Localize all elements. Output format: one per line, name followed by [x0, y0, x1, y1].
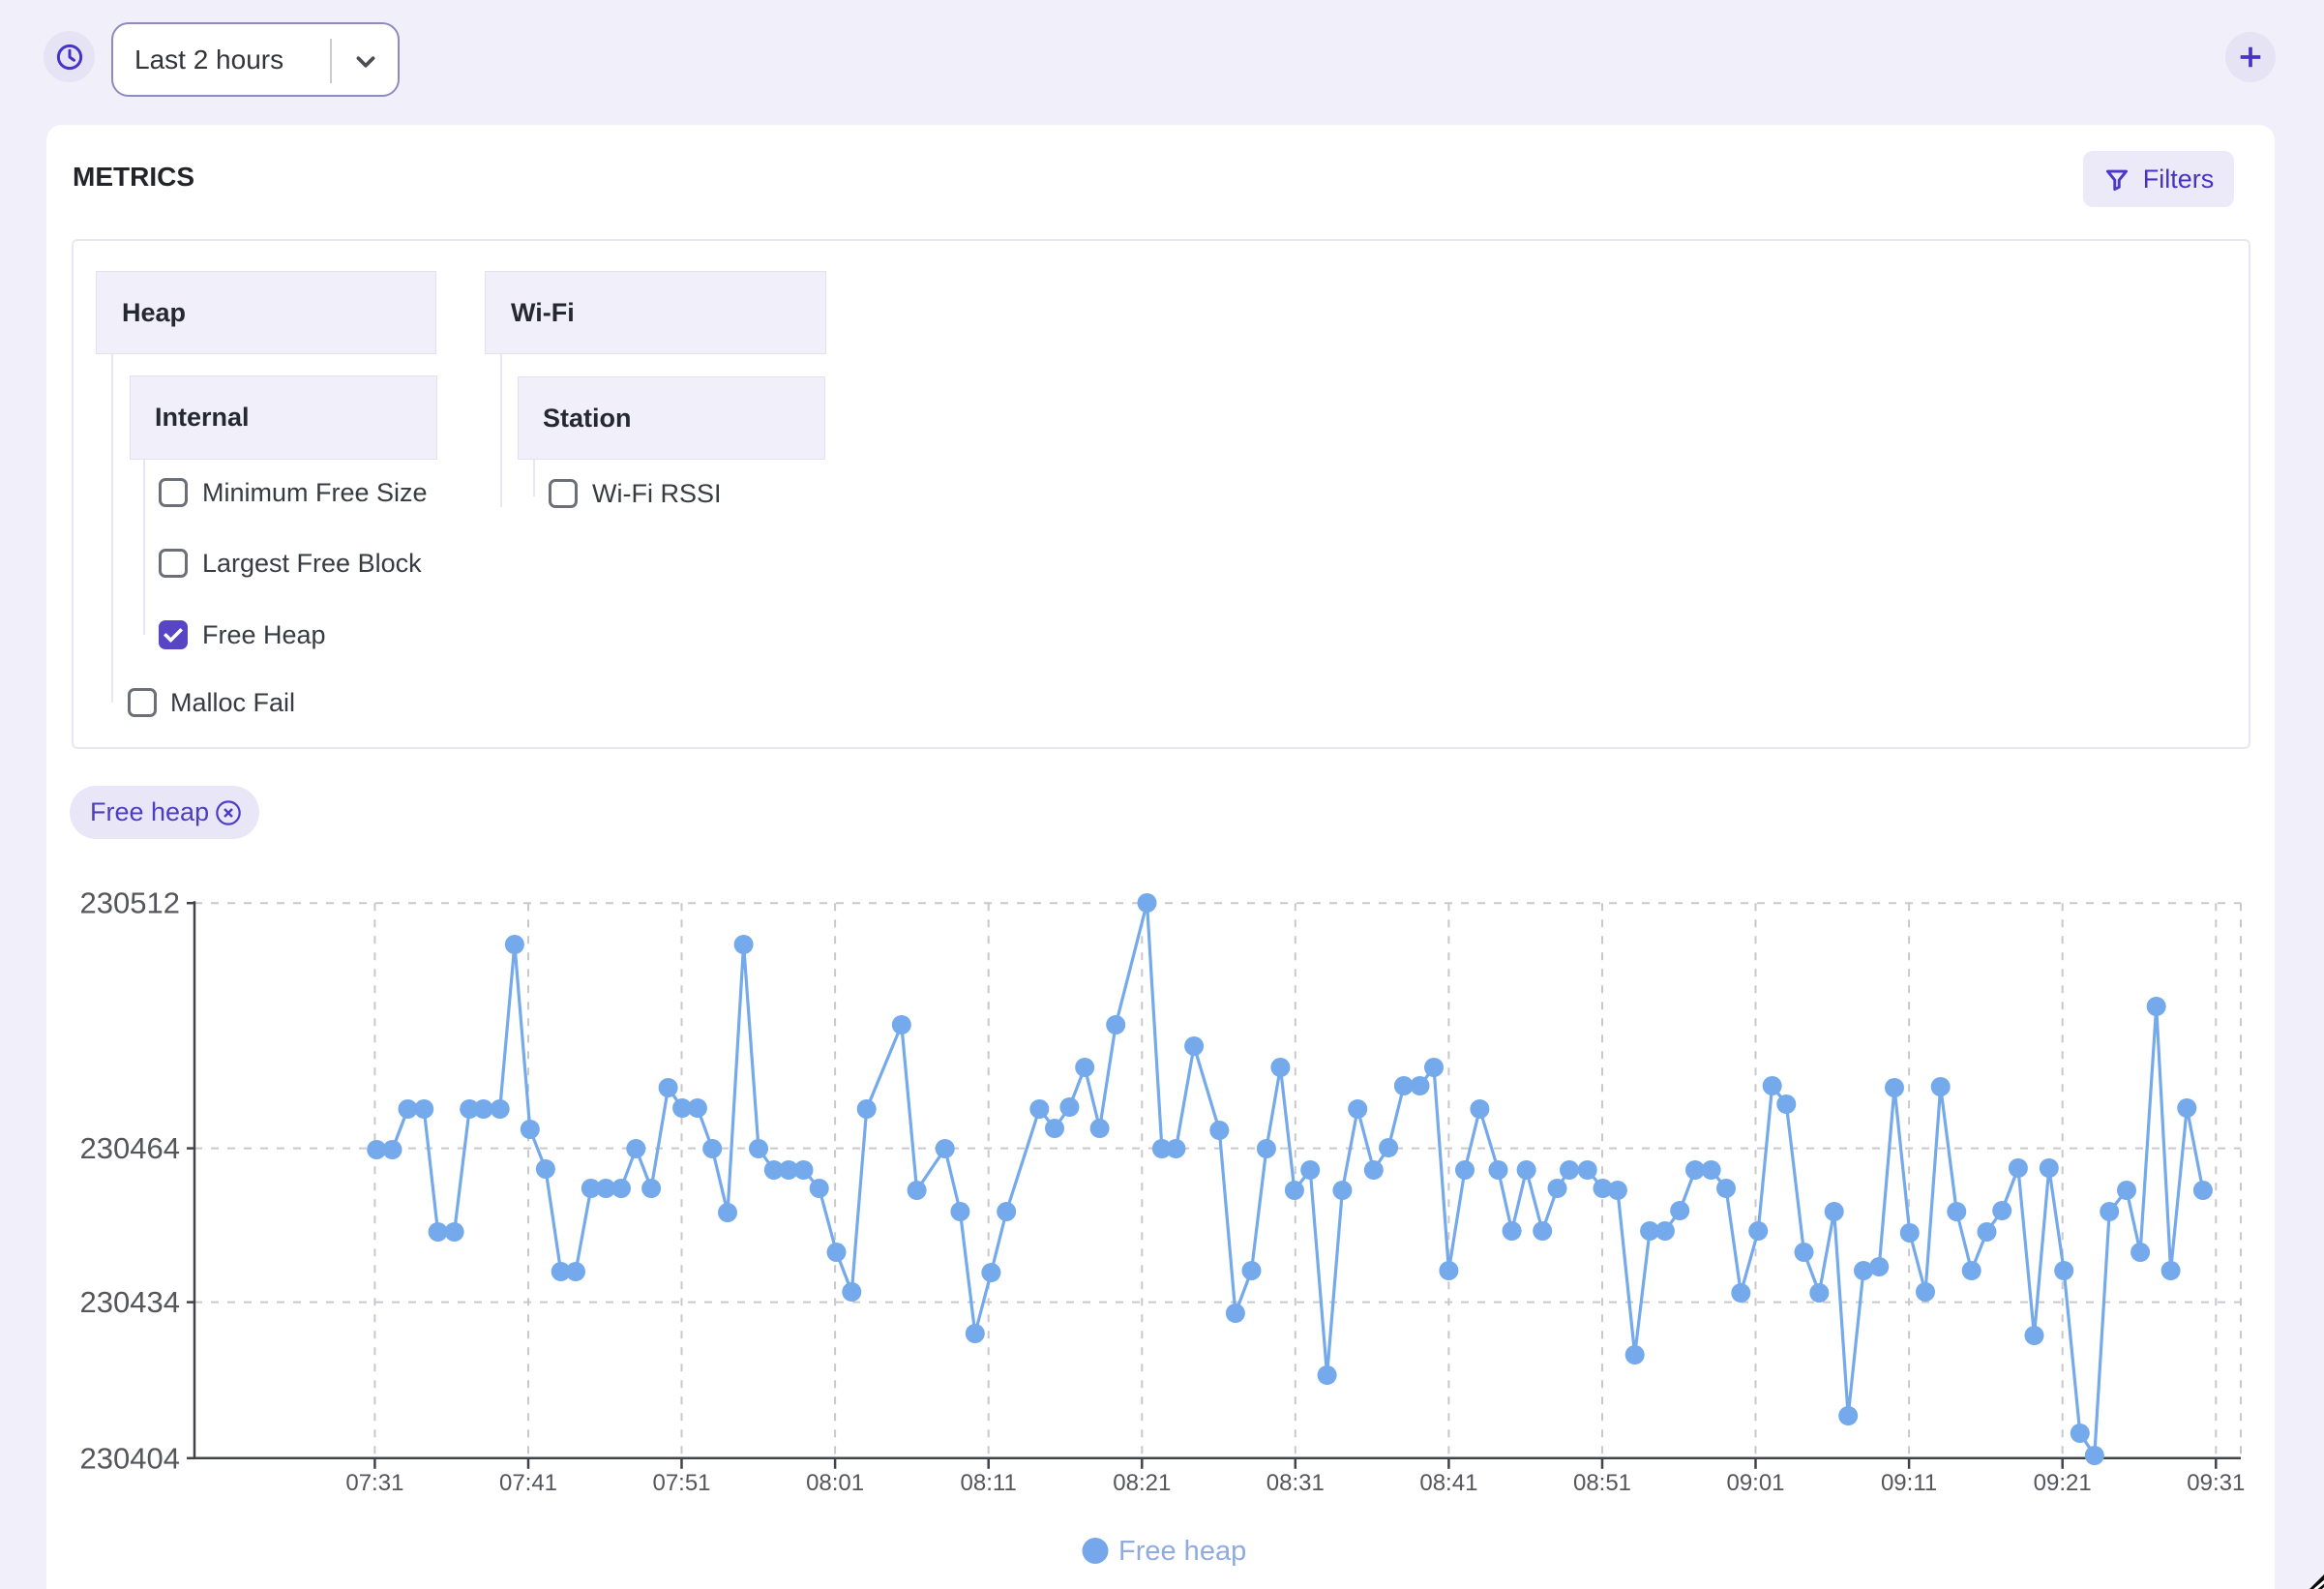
svg-text:07:31: 07:31 — [345, 1470, 403, 1496]
svg-text:230404: 230404 — [80, 1441, 180, 1475]
svg-text:08:21: 08:21 — [1113, 1470, 1171, 1496]
svg-text:230464: 230464 — [80, 1131, 180, 1165]
svg-text:07:51: 07:51 — [652, 1470, 710, 1496]
svg-text:08:41: 08:41 — [1419, 1470, 1477, 1496]
svg-text:08:51: 08:51 — [1573, 1470, 1631, 1496]
svg-text:08:11: 08:11 — [961, 1470, 1017, 1496]
svg-text:09:21: 09:21 — [2034, 1470, 2092, 1496]
svg-text:07:41: 07:41 — [499, 1470, 557, 1496]
svg-text:Free heap: Free heap — [1118, 1536, 1246, 1567]
svg-text:08:31: 08:31 — [1266, 1470, 1325, 1496]
svg-text:08:01: 08:01 — [806, 1470, 864, 1496]
svg-text:09:31: 09:31 — [2187, 1470, 2245, 1496]
svg-text:09:11: 09:11 — [1881, 1470, 1937, 1496]
svg-text:230512: 230512 — [80, 886, 180, 920]
svg-text:09:01: 09:01 — [1726, 1470, 1784, 1496]
svg-text:230434: 230434 — [80, 1285, 180, 1319]
